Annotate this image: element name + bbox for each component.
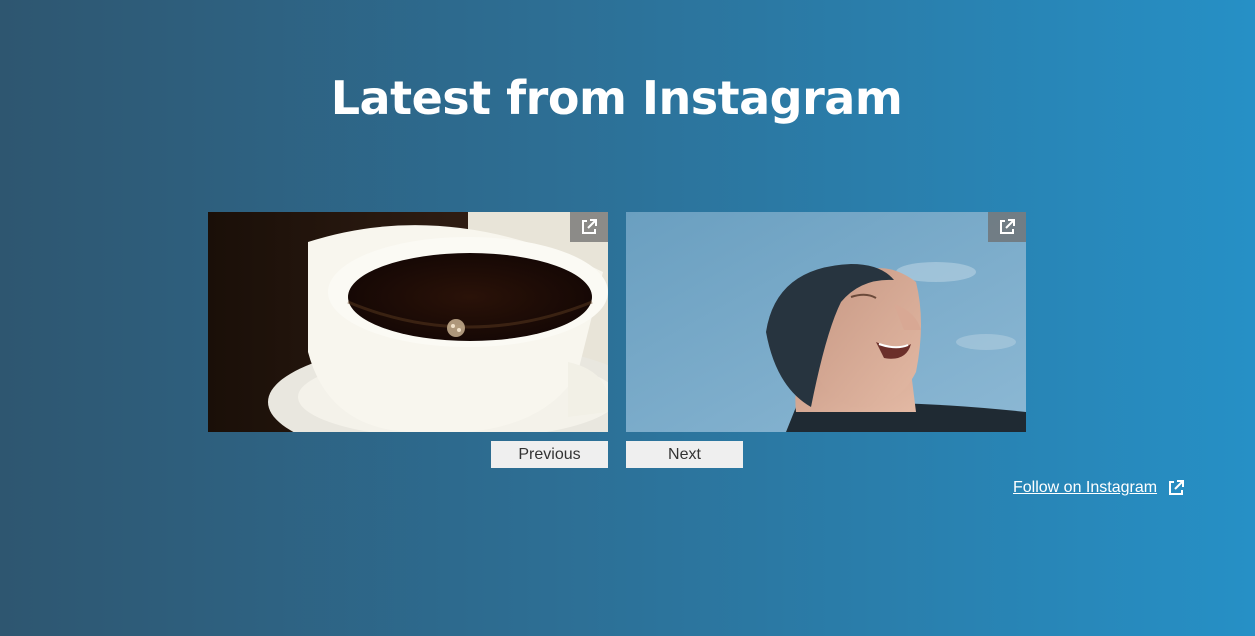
instagram-post-2[interactable]	[626, 212, 1026, 432]
follow-label: Follow on Instagram	[1013, 479, 1158, 496]
follow-on-instagram-link[interactable]: Follow on Instagram	[1013, 479, 1185, 497]
next-button[interactable]: Next	[626, 441, 743, 468]
open-post-1-button[interactable]	[570, 212, 608, 242]
man-sky-portrait-photo	[626, 212, 1026, 432]
section-title: Latest from Instagram	[330, 71, 903, 125]
coffee-cup-photo	[208, 212, 608, 432]
external-link-icon	[582, 219, 597, 234]
open-post-2-button[interactable]	[988, 212, 1026, 242]
external-link-icon	[1169, 480, 1185, 495]
external-link-icon	[1000, 219, 1015, 234]
instagram-post-1[interactable]	[208, 212, 608, 432]
previous-button[interactable]: Previous	[491, 441, 608, 468]
